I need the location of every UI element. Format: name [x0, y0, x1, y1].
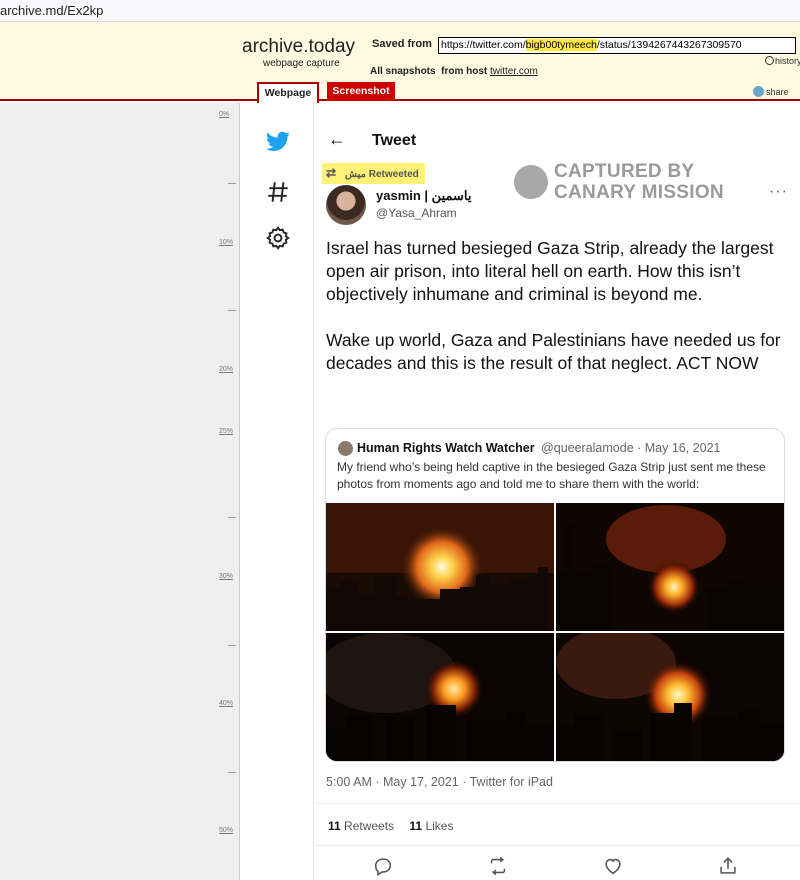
archive-title[interactable]: archive.today	[242, 36, 355, 58]
retweeted-by[interactable]: ميش	[345, 169, 366, 180]
photo-explosion-2[interactable]	[556, 503, 784, 631]
saved-url-prefix: https://twitter.com/	[441, 39, 526, 51]
twitter-bird-icon[interactable]	[265, 129, 291, 155]
archive-subtitle: webpage capture	[263, 58, 340, 69]
retweeted-indicator: ⇄ ميش Retweeted	[322, 163, 425, 184]
tweet-body: Israel has turned besieged Gaza Strip, a…	[326, 237, 786, 398]
tweet-header-title: Tweet	[372, 132, 417, 149]
canary-mission-watermark: CAPTURED BY CANARY MISSION	[514, 161, 754, 205]
saved-from-label: Saved from	[372, 38, 432, 50]
author-name[interactable]: yasmin | ياسمين	[376, 188, 471, 204]
explore-hashtag-icon[interactable]	[265, 179, 291, 205]
reply-icon[interactable]	[372, 855, 394, 877]
ruler-tick	[228, 517, 236, 518]
canary-bird-logo	[514, 165, 548, 199]
photo-explosion-3[interactable]	[326, 633, 554, 761]
host-link[interactable]: twitter.com	[490, 66, 538, 77]
tweet-column: ← Tweet ⇄ ميش Retweeted CAPTURED BY CANA…	[314, 103, 800, 880]
saved-from-url-field[interactable]: https://twitter.com/bigb00tymeech/status…	[438, 37, 796, 54]
retweeted-label: Retweeted	[368, 169, 419, 180]
browser-url-text[interactable]: archive.md/Ex2kp	[0, 3, 103, 18]
photo-explosion-1[interactable]	[326, 503, 554, 631]
watermark-text: CAPTURED BY CANARY MISSION	[554, 161, 724, 203]
likes-stat[interactable]: 11 Likes	[409, 819, 453, 833]
browser-url-bar[interactable]: archive.md/Ex2kp	[0, 0, 800, 22]
share-label: share	[766, 87, 789, 97]
watermark-line-1: CAPTURED BY	[554, 161, 695, 182]
quoted-tweet-text: My friend who’s being held captive in th…	[337, 460, 766, 491]
from-host-label: from host	[441, 66, 488, 77]
retweets-label: Retweets	[344, 819, 395, 833]
ruler-label[interactable]: 40%	[219, 700, 233, 707]
archive-left-margin: 0% 10% 20% 25% 30% 40% 50%	[0, 103, 240, 880]
all-snapshots-label: All snapshots	[370, 66, 436, 77]
quoted-photo-grid	[326, 503, 784, 761]
quoted-tweet-header: Human Rights Watch Watcher @queeralamode…	[357, 441, 721, 455]
ruler-tick	[228, 645, 236, 646]
likes-label: Likes	[425, 819, 454, 833]
share-link[interactable]: share	[753, 86, 789, 97]
tweet-action-bar	[314, 855, 800, 879]
twitter-capture: ← Tweet ⇄ ميش Retweeted CAPTURED BY CANA…	[241, 103, 800, 880]
saved-url-highlight: bigb00tymeech	[525, 39, 597, 51]
watermark-line-2: CANARY MISSION	[554, 182, 724, 203]
ruler-label[interactable]: 0%	[219, 111, 229, 118]
ruler-label[interactable]: 30%	[219, 573, 233, 580]
settings-gear-icon[interactable]	[265, 225, 291, 251]
ruler-label[interactable]: 20%	[219, 366, 233, 373]
quoted-tweet[interactable]: Human Rights Watch Watcher @queeralamode…	[325, 428, 785, 762]
tab-screenshot[interactable]: Screenshot	[327, 82, 395, 101]
ruler-tick	[228, 772, 236, 773]
tweet-paragraph: Israel has turned besieged Gaza Strip, a…	[326, 238, 774, 304]
archive-header: archive.today webpage capture Saved from…	[0, 22, 800, 103]
retweets-count: 11	[328, 819, 341, 833]
all-snapshots-line: All snapshots from host twitter.com	[370, 66, 538, 77]
saved-url-suffix: /status/1394267443267309570	[596, 39, 742, 51]
quoted-author-name: Human Rights Watch Watcher	[357, 441, 535, 455]
ruler-tick	[228, 310, 236, 311]
tab-webpage[interactable]: Webpage	[257, 82, 319, 103]
quoted-author-avatar	[338, 441, 353, 456]
back-arrow-icon[interactable]: ←	[328, 129, 346, 150]
tweet-timestamp[interactable]: 5:00 AM · May 17, 2021 · Twitter for iPa…	[326, 775, 553, 789]
likes-count: 11	[409, 819, 423, 833]
ruler-label[interactable]: 25%	[219, 428, 233, 435]
quoted-handle-date: @queeralamode · May 16, 2021	[541, 441, 721, 455]
photo-explosion-4[interactable]	[556, 633, 784, 761]
history-label: history	[775, 56, 800, 66]
retweets-stat[interactable]: 11 Retweets	[328, 819, 406, 833]
divider	[314, 845, 800, 846]
share-upload-icon[interactable]	[717, 855, 739, 877]
more-options-icon[interactable]: ···	[769, 183, 788, 201]
share-icon	[753, 86, 764, 97]
clock-icon	[765, 56, 774, 65]
engagement-stats: 11 Retweets 11 Likes	[328, 819, 453, 833]
twitter-sidebar	[241, 103, 314, 880]
retweet-icon: ⇄	[326, 166, 337, 180]
retweet-action-icon[interactable]	[487, 855, 509, 877]
like-heart-icon[interactable]	[602, 855, 624, 877]
ruler-tick	[228, 183, 236, 184]
author-avatar[interactable]	[326, 185, 366, 225]
author-handle[interactable]: @Yasa_Ahram	[376, 206, 457, 220]
history-link[interactable]: history	[765, 56, 800, 66]
ruler-label[interactable]: 10%	[219, 239, 233, 246]
tweet-paragraph: Wake up world, Gaza and Palestinians hav…	[326, 330, 781, 373]
divider	[314, 803, 800, 804]
ruler-label[interactable]: 50%	[219, 827, 233, 834]
